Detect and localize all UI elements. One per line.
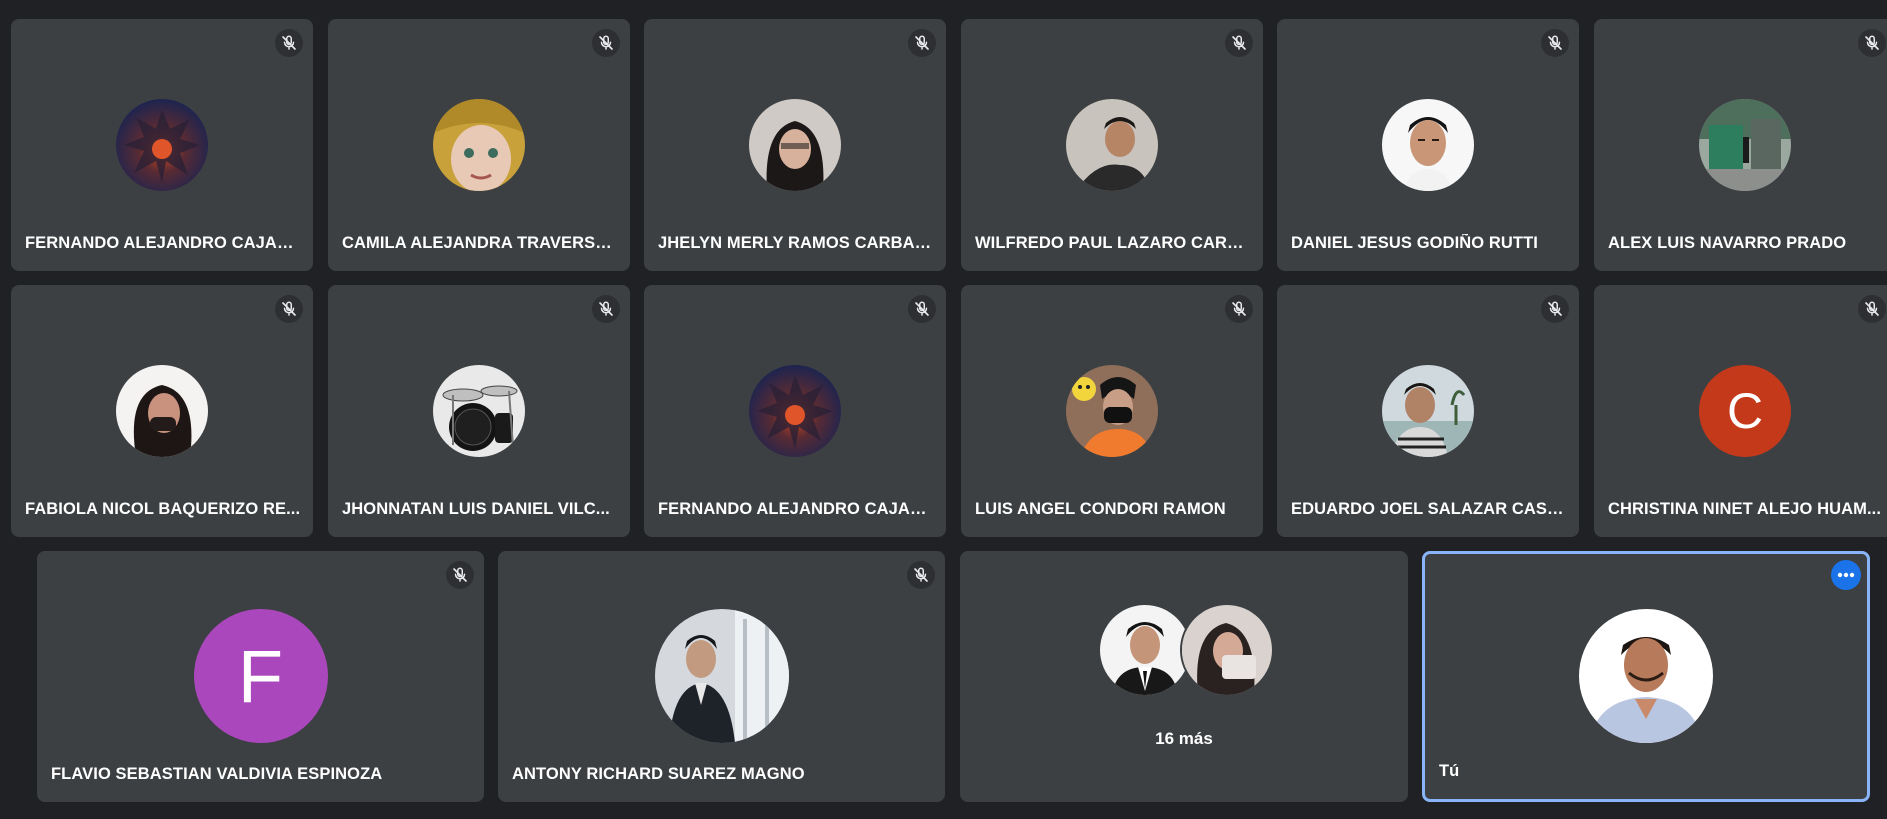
avatar bbox=[654, 609, 789, 743]
avatar: F bbox=[193, 609, 328, 743]
participant-name: DANIEL JESUS GODIÑO RUTTI bbox=[1291, 234, 1538, 252]
others-count: 16 más bbox=[1155, 729, 1213, 748]
avatar bbox=[433, 99, 525, 191]
participant-tile[interactable]: CAMILA ALEJANDRA TRAVERSO... bbox=[328, 19, 630, 271]
participant-name: FLAVIO SEBASTIAN VALDIVIA ESPINOZA bbox=[51, 765, 383, 783]
participant-name: CAMILA ALEJANDRA TRAVERSO... bbox=[342, 234, 618, 252]
mic-off-icon bbox=[908, 29, 936, 57]
participant-name: FABIOLA NICOL BAQUERIZO RE... bbox=[25, 500, 301, 518]
others-tile[interactable]: 16 más bbox=[960, 551, 1408, 802]
mic-off-icon bbox=[275, 29, 303, 57]
avatar bbox=[1066, 365, 1158, 457]
participant-tile[interactable]: JHELYN MERLY RAMOS CARBAJ... bbox=[644, 19, 946, 271]
participant-name: Tú bbox=[1439, 762, 1460, 780]
avatar bbox=[749, 99, 841, 191]
mic-off-icon bbox=[1858, 29, 1886, 57]
participant-tile[interactable]: JHONNATAN LUIS DANIEL VILC... bbox=[328, 285, 630, 537]
mic-off-icon bbox=[1225, 29, 1253, 57]
avatar bbox=[749, 365, 841, 457]
more-options-icon[interactable] bbox=[1831, 560, 1861, 590]
avatar bbox=[433, 365, 525, 457]
avatar bbox=[116, 365, 208, 457]
participant-tile[interactable]: F FLAVIO SEBASTIAN VALDIVIA ESPINOZA bbox=[37, 551, 484, 802]
participant-tile[interactable]: DANIEL JESUS GODIÑO RUTTI bbox=[1277, 19, 1579, 271]
participant-tile[interactable]: C CHRISTINA NINET ALEJO HUAM... bbox=[1594, 285, 1887, 537]
participant-tile[interactable]: EDUARDO JOEL SALAZAR CASTI... bbox=[1277, 285, 1579, 537]
participant-name: CHRISTINA NINET ALEJO HUAM... bbox=[1608, 500, 1882, 518]
mic-off-icon bbox=[275, 295, 303, 323]
participant-tile[interactable]: FABIOLA NICOL BAQUERIZO RE... bbox=[11, 285, 313, 537]
participant-name: FERNANDO ALEJANDRO CAJAH... bbox=[25, 234, 301, 252]
participant-tile[interactable]: WILFREDO PAUL LAZARO CARPI... bbox=[961, 19, 1263, 271]
others-avatars bbox=[1098, 603, 1274, 697]
mic-off-icon bbox=[1858, 295, 1886, 323]
participant-name: ALEX LUIS NAVARRO PRADO bbox=[1608, 234, 1847, 252]
avatar bbox=[1066, 99, 1158, 191]
mic-off-icon bbox=[592, 29, 620, 57]
participant-name: EDUARDO JOEL SALAZAR CASTI... bbox=[1291, 500, 1567, 518]
participant-name: WILFREDO PAUL LAZARO CARPI... bbox=[975, 234, 1251, 252]
self-tile[interactable]: Tú bbox=[1422, 551, 1870, 802]
mic-off-icon bbox=[1225, 295, 1253, 323]
avatar bbox=[1579, 609, 1713, 743]
participant-name: LUIS ANGEL CONDORI RAMON bbox=[975, 500, 1226, 518]
mic-off-icon bbox=[1541, 295, 1569, 323]
participant-name: JHONNATAN LUIS DANIEL VILC... bbox=[342, 500, 610, 518]
avatar bbox=[1098, 603, 1192, 697]
participant-name: JHELYN MERLY RAMOS CARBAJ... bbox=[658, 234, 934, 252]
participant-tile[interactable]: LUIS ANGEL CONDORI RAMON bbox=[961, 285, 1263, 537]
mic-off-icon bbox=[907, 561, 935, 589]
avatar bbox=[1699, 99, 1791, 191]
avatar bbox=[1382, 99, 1474, 191]
participant-name: FERNANDO ALEJANDRO CAJAH... bbox=[658, 500, 934, 518]
participant-tile[interactable]: ANTONY RICHARD SUAREZ MAGNO bbox=[498, 551, 945, 802]
avatar: C bbox=[1699, 365, 1791, 457]
mic-off-icon bbox=[1541, 29, 1569, 57]
avatar bbox=[116, 99, 208, 191]
mic-off-icon bbox=[908, 295, 936, 323]
participant-name: ANTONY RICHARD SUAREZ MAGNO bbox=[512, 765, 805, 783]
mic-off-icon bbox=[446, 561, 474, 589]
participant-tile[interactable]: FERNANDO ALEJANDRO CAJAH... bbox=[11, 19, 313, 271]
participant-tile[interactable]: FERNANDO ALEJANDRO CAJAH... bbox=[644, 285, 946, 537]
avatar bbox=[1180, 603, 1274, 697]
avatar bbox=[1382, 365, 1474, 457]
participant-tile[interactable]: ALEX LUIS NAVARRO PRADO bbox=[1594, 19, 1887, 271]
mic-off-icon bbox=[592, 295, 620, 323]
